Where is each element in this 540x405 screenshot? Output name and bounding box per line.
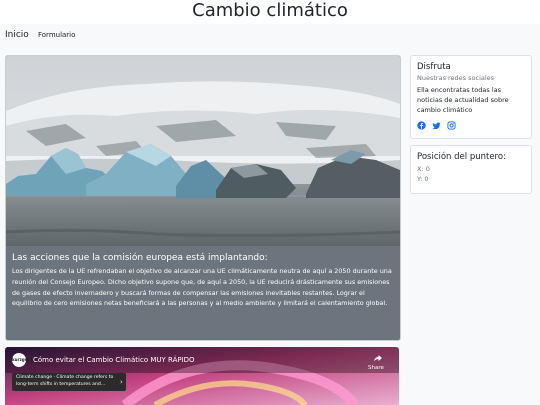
twitter-icon[interactable]: [432, 121, 441, 130]
chevron-right-icon: ›: [120, 378, 123, 386]
site-title: Cambio climático: [192, 0, 348, 21]
social-card: Disfruta Nuestras redes sociales Ella en…: [410, 55, 532, 139]
pointer-card: Posición del puntero: X: 0 Y: 0: [410, 145, 532, 194]
facebook-icon[interactable]: [417, 121, 426, 130]
news-card-body: Las acciones que la comisión europea est…: [12, 252, 394, 309]
social-card-subtitle: Nuestras redes sociales: [417, 74, 495, 82]
news-card-title: Las acciones que la comisión europea est…: [12, 253, 268, 263]
pointer-y-value: Y: 0: [417, 175, 429, 183]
news-card-text: Los dirigentes de la UE refrendaban el o…: [12, 267, 392, 308]
instagram-icon[interactable]: [447, 121, 456, 130]
news-card: Las acciones que la comisión europea est…: [5, 55, 401, 341]
glacier-image: [6, 56, 400, 246]
video-title[interactable]: Cómo evitar el Cambio Climático MUY RÁPI…: [33, 356, 195, 364]
video-player[interactable]: kurzgesagt Cómo evitar el Cambio Climáti…: [5, 347, 399, 405]
channel-logo[interactable]: kurzgesagt: [12, 353, 37, 367]
navbar: Inicio Formulario: [0, 24, 540, 47]
social-card-text: Ella encontratas todas las noticias de a…: [417, 86, 509, 114]
share-icon[interactable]: [373, 353, 383, 363]
video-info-panel[interactable]: Climate change · Climate change refers t…: [12, 373, 126, 391]
nav-link-inicio[interactable]: Inicio: [5, 24, 29, 46]
share-label[interactable]: Share: [368, 365, 384, 371]
video-info-text: Climate change · Climate change refers t…: [16, 375, 114, 387]
pointer-x-value: X: 0: [417, 165, 430, 173]
social-card-title: Disfruta: [417, 62, 451, 72]
pointer-card-title: Posición del puntero:: [417, 152, 506, 162]
nav-link-formulario[interactable]: Formulario: [38, 24, 75, 46]
